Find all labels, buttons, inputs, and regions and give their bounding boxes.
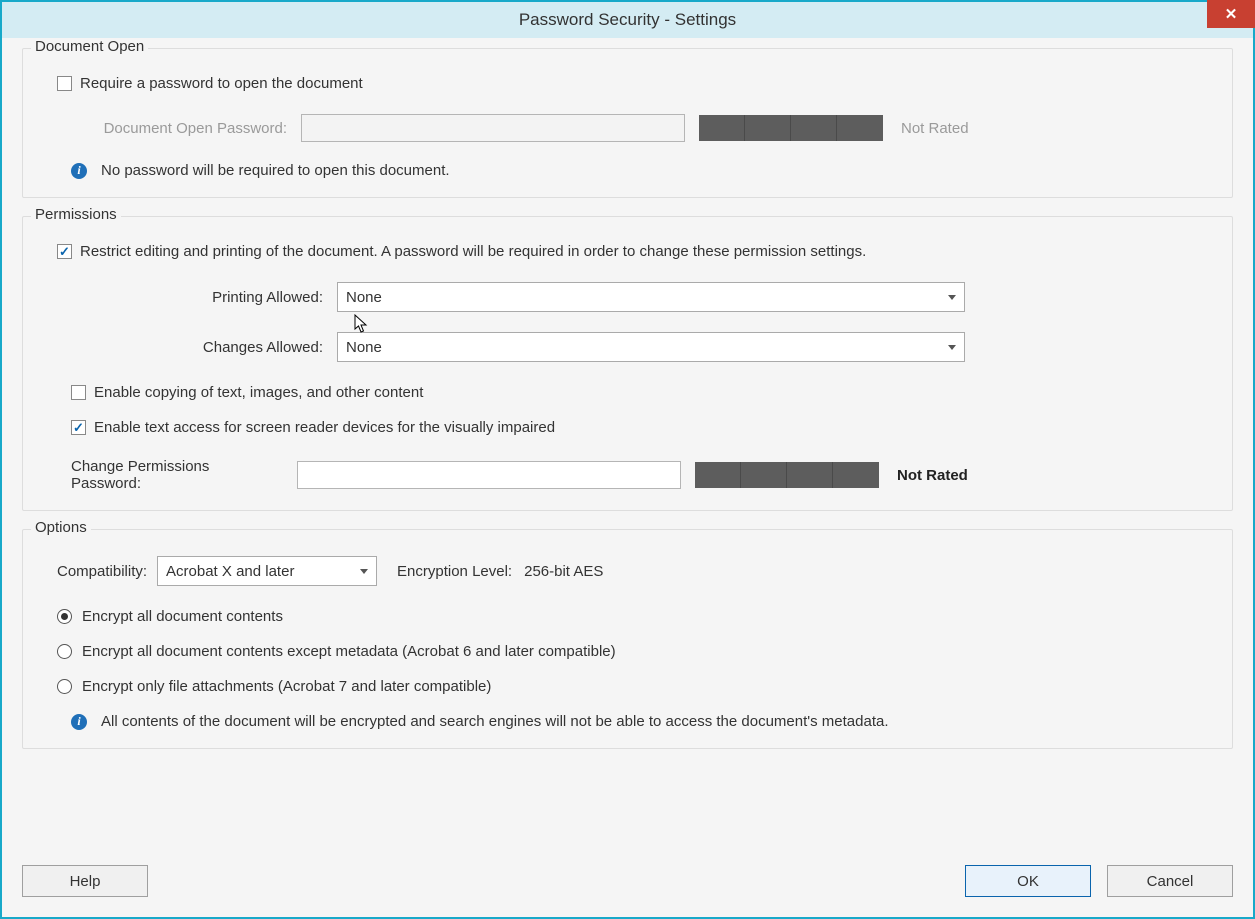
encrypt-except-metadata-label: Encrypt all document contents except met… (82, 643, 616, 660)
strength-seg (695, 462, 741, 488)
open-password-row: Document Open Password: Not Rated (71, 114, 1214, 142)
changes-allowed-label: Changes Allowed: (41, 339, 323, 356)
strength-seg (745, 115, 791, 141)
options-section: Options Compatibility: Acrobat X and lat… (22, 529, 1233, 749)
encrypt-attachments-radio[interactable] (57, 679, 72, 694)
compatibility-value: Acrobat X and later (166, 563, 294, 580)
enable-screenreader-label: Enable text access for screen reader dev… (94, 419, 555, 436)
encrypt-attachments-row: Encrypt only file attachments (Acrobat 7… (57, 678, 1214, 695)
encrypt-except-metadata-row: Encrypt all document contents except met… (57, 643, 1214, 660)
open-password-info-text: No password will be required to open thi… (101, 162, 450, 179)
change-password-strength-meter (695, 462, 879, 488)
encrypt-all-row: Encrypt all document contents (57, 608, 1214, 625)
help-button[interactable]: Help (22, 865, 148, 897)
printing-allowed-label: Printing Allowed: (41, 289, 323, 306)
encrypt-all-label: Encrypt all document contents (82, 608, 283, 625)
restrict-editing-label: Restrict editing and printing of the doc… (80, 243, 866, 260)
change-password-strength-label: Not Rated (897, 467, 968, 484)
changes-row: Changes Allowed: None (41, 332, 1214, 362)
restrict-row: Restrict editing and printing of the doc… (57, 243, 1214, 260)
printing-allowed-select[interactable]: None (337, 282, 965, 312)
changes-allowed-select[interactable]: None (337, 332, 965, 362)
require-password-row: Require a password to open the document (57, 75, 1214, 92)
close-button[interactable]: ✕ (1207, 0, 1255, 28)
require-password-label: Require a password to open the document (80, 75, 363, 92)
encrypt-all-radio[interactable] (57, 609, 72, 624)
printing-allowed-value: None (346, 289, 382, 306)
change-password-row: Change Permissions Password: Not Rated (71, 458, 1214, 492)
require-password-checkbox[interactable] (57, 76, 72, 91)
enable-copy-label: Enable copying of text, images, and othe… (94, 384, 423, 401)
document-open-legend: Document Open (31, 38, 148, 55)
window-title: Password Security - Settings (519, 10, 736, 30)
restrict-editing-checkbox[interactable] (57, 244, 72, 259)
strength-seg (833, 462, 879, 488)
permissions-legend: Permissions (31, 206, 121, 223)
options-info-row: All contents of the document will be enc… (71, 713, 1214, 730)
info-icon (71, 714, 87, 730)
open-password-input[interactable] (301, 114, 685, 142)
ok-button[interactable]: OK (965, 865, 1091, 897)
options-legend: Options (31, 519, 91, 536)
compatibility-row: Compatibility: Acrobat X and later Encry… (57, 556, 1214, 586)
open-password-label: Document Open Password: (71, 120, 287, 137)
compatibility-label: Compatibility: (57, 563, 147, 580)
document-open-section: Document Open Require a password to open… (22, 48, 1233, 198)
button-bar: Help OK Cancel (2, 855, 1253, 917)
printing-row: Printing Allowed: None (41, 282, 1214, 312)
strength-seg (791, 115, 837, 141)
encryption-level-value: 256-bit AES (524, 563, 603, 580)
strength-seg (699, 115, 745, 141)
enable-screenreader-checkbox[interactable] (71, 420, 86, 435)
password-security-dialog: Password Security - Settings ✕ Document … (0, 0, 1255, 919)
strength-seg (787, 462, 833, 488)
info-icon (71, 163, 87, 179)
encrypt-attachments-label: Encrypt only file attachments (Acrobat 7… (82, 678, 491, 695)
change-password-label: Change Permissions Password: (71, 458, 283, 492)
permissions-section: Permissions Restrict editing and printin… (22, 216, 1233, 511)
open-password-strength-label: Not Rated (901, 120, 969, 137)
cancel-button[interactable]: Cancel (1107, 865, 1233, 897)
enable-copy-checkbox[interactable] (71, 385, 86, 400)
strength-seg (837, 115, 883, 141)
changes-allowed-value: None (346, 339, 382, 356)
titlebar: Password Security - Settings ✕ (2, 2, 1253, 38)
change-password-input[interactable] (297, 461, 681, 489)
enable-screenreader-row: Enable text access for screen reader dev… (71, 419, 1214, 436)
enable-copy-row: Enable copying of text, images, and othe… (71, 384, 1214, 401)
dialog-content: Document Open Require a password to open… (2, 38, 1253, 855)
options-info-text: All contents of the document will be enc… (101, 713, 889, 730)
open-password-info-row: No password will be required to open thi… (71, 162, 1214, 179)
open-password-strength-meter (699, 115, 883, 141)
compatibility-select[interactable]: Acrobat X and later (157, 556, 377, 586)
strength-seg (741, 462, 787, 488)
encryption-level-label: Encryption Level: (397, 563, 512, 580)
encrypt-except-metadata-radio[interactable] (57, 644, 72, 659)
